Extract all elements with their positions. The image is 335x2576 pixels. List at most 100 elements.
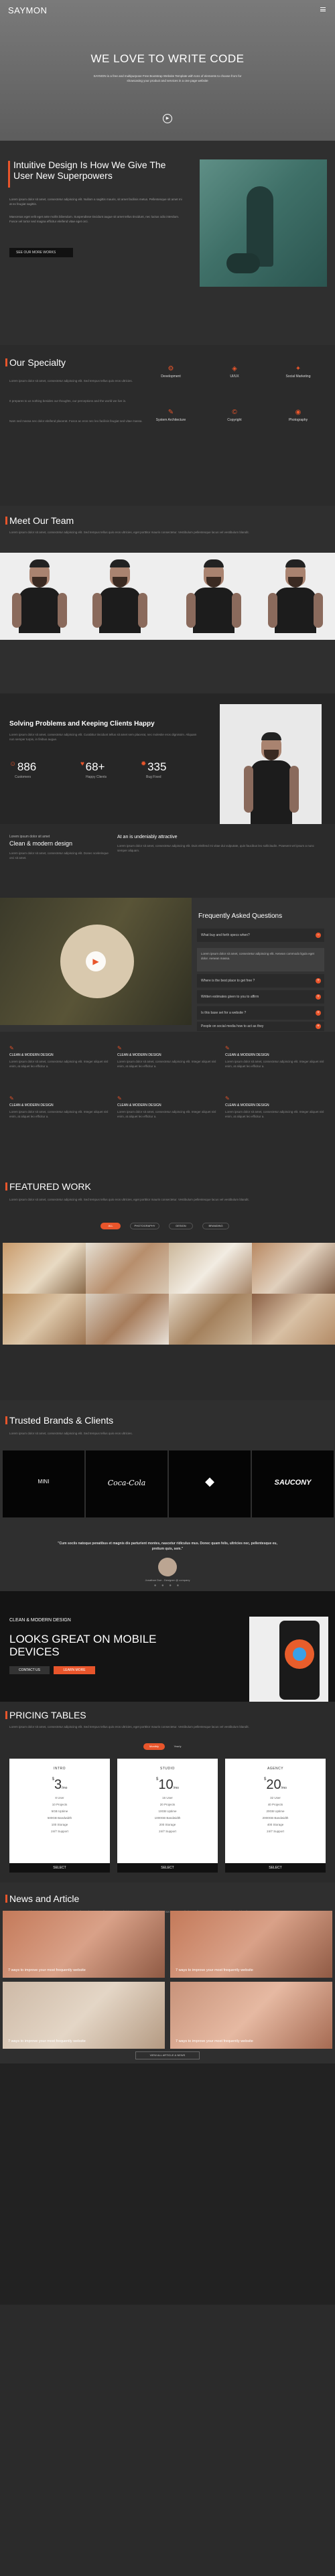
news-card[interactable]: 7 ways to improve your most frequently w… (170, 1982, 332, 2049)
learn-more-button[interactable]: Learn More (54, 1666, 95, 1674)
portfolio-tile[interactable] (86, 1294, 169, 1345)
plan-amount: 20 (266, 1777, 281, 1792)
team-title: Meet Our Team (5, 515, 74, 526)
faq-title: Frequently Asked Questions (198, 912, 283, 920)
contact-us-button[interactable]: Contact Us (9, 1666, 50, 1674)
team-member-photo[interactable] (7, 558, 72, 633)
filter-all[interactable]: ALL (100, 1223, 121, 1229)
portfolio-tile[interactable] (169, 1243, 252, 1294)
select-plan-button[interactable]: SELECT (117, 1863, 218, 1873)
brands-title: Trusted Brands & Clients (5, 1415, 114, 1426)
clean-design-section: Lorem ipsum dolor sit amet Clean & moder… (0, 824, 335, 898)
carousel-dots[interactable]: ● ● ● ● (0, 1584, 335, 1588)
play-icon[interactable]: ▶ (163, 114, 172, 123)
hero-subtitle: SAYMON is a free and multipurpose Free B… (93, 74, 242, 82)
copyright-icon: © (232, 409, 237, 416)
plan-feature: 2000GB Bandwidth (262, 1816, 289, 1820)
specialty-item[interactable]: ✎ System Architecture (141, 409, 201, 422)
feature-title: CLEAN & MODERN DESIGN (117, 1053, 161, 1057)
hero-title: WE LOVE TO WRITE CODE (90, 52, 245, 65)
intuitive-paragraph: Maecenas eget velit eget ante mollis bib… (9, 215, 180, 223)
brand-logo-saucony[interactable]: SAUCONY (252, 1450, 334, 1517)
bug-icon: ✹ (141, 760, 147, 768)
news-caption[interactable]: 7 ways to improve your most frequently w… (176, 1968, 323, 1972)
faq-question[interactable]: What buy and forth specs when? − (197, 929, 324, 942)
pricing-plan: INTRO $3/mo 8 User 10 Projects 5GB Uptim… (9, 1759, 110, 1873)
toggle-yearly[interactable]: Yearly (168, 1743, 188, 1750)
plan-feature: 24/7 Support (51, 1830, 68, 1833)
news-caption[interactable]: 7 ways to improve your most frequently w… (8, 1968, 155, 1972)
news-caption[interactable]: 7 ways to improve your most frequently w… (8, 2039, 155, 2043)
news-caption[interactable]: 7 ways to improve your most frequently w… (176, 2039, 323, 2043)
portfolio-tile[interactable] (252, 1243, 335, 1294)
specialty-item[interactable]: ✦ Social Marketing (268, 365, 328, 379)
toggle-monthly[interactable]: Monthly (143, 1743, 165, 1750)
specialty-label: Copyright (227, 418, 242, 422)
stat-value: 68+ (85, 760, 105, 773)
faq-question[interactable]: People on social media how to act as the… (197, 1022, 324, 1031)
specialty-section: Our Specialty Lorem ipsum dolor sit amet… (0, 345, 335, 506)
brand-logo-mini[interactable]: MINI (3, 1450, 84, 1517)
faq-question[interactable]: Where is the best place to get free ? + (197, 974, 324, 988)
filter-branding[interactable]: BRANDING (202, 1223, 229, 1229)
plan-feature: 10GB Uptime (158, 1810, 177, 1813)
pricing-plan: STUDIO $10/mo 16 User 20 Projects 10GB U… (117, 1759, 218, 1873)
plan-name: STUDIO (160, 1767, 175, 1771)
news-card[interactable]: 7 ways to improve your most frequently w… (3, 1982, 165, 2049)
clean-text: Lorem ipsum dolor sit amet, consectetur … (9, 852, 109, 860)
stat-label: Bug Fixed (146, 775, 161, 779)
filter-photography[interactable]: PHOTOGRAPHY (130, 1223, 159, 1229)
portrait-figure (239, 731, 304, 824)
team-member-photo[interactable] (181, 558, 247, 633)
news-card[interactable]: 7 ways to improve your most frequently w… (3, 1911, 165, 1978)
pricing-title: PRICING TABLES (5, 1710, 86, 1720)
select-plan-button[interactable]: SELECT (9, 1863, 110, 1873)
specialty-item[interactable]: ◈ UI/UX (204, 365, 265, 379)
plus-icon[interactable]: + (316, 994, 321, 1000)
clean-heading: Clean & modern design (9, 840, 73, 847)
plus-icon[interactable]: + (316, 1024, 321, 1029)
faq-question-text: People on social media how to act as the… (201, 1024, 264, 1028)
plan-amount: 3 (54, 1777, 62, 1792)
brand-emblem-icon: ◆ (205, 1475, 214, 1488)
specialty-paragraph: Nam sed massa nec dolor eleifend placera… (9, 419, 143, 423)
specialty-item[interactable]: © Copyright (204, 409, 265, 422)
plus-icon[interactable]: + (316, 1010, 321, 1016)
hamburger-menu-icon[interactable] (320, 7, 326, 11)
portfolio-tile[interactable] (252, 1294, 335, 1345)
faq-section: ▶ Frequently Asked Questions What buy an… (0, 898, 335, 1032)
testimonial-quote: "Cum sociis natoque penatibus et magnis … (58, 1542, 277, 1551)
play-icon[interactable]: ▶ (86, 951, 106, 971)
portfolio-tile[interactable] (3, 1243, 86, 1294)
plus-icon[interactable]: + (316, 978, 321, 984)
heart-icon: ♥ (80, 760, 84, 768)
portfolio-tile[interactable] (86, 1243, 169, 1294)
brand-logo-coca-cola[interactable]: Coca-Cola (86, 1450, 168, 1517)
team-member-photo[interactable] (87, 558, 153, 633)
stat-label: Customers (15, 775, 31, 779)
filter-design[interactable]: DESIGN (169, 1223, 193, 1229)
minus-icon[interactable]: − (316, 933, 321, 938)
specialty-paragraph: It prepares to us nothing besides our th… (9, 399, 127, 403)
site-logo[interactable]: SAYMON (8, 5, 47, 15)
portfolio-tile[interactable] (169, 1294, 252, 1345)
plan-price: $3/mo (9, 1777, 110, 1793)
faq-question[interactable]: Is this base set for a website ? + (197, 1006, 324, 1020)
specialty-item[interactable]: ◉ Photography (268, 409, 328, 422)
phone-mockup (249, 1617, 328, 1702)
faq-video[interactable]: ▶ (0, 898, 192, 1025)
select-plan-button[interactable]: SELECT (225, 1863, 326, 1873)
news-card[interactable]: 7 ways to improve your most frequently w… (170, 1911, 332, 1978)
app-logo-icon (285, 1639, 314, 1669)
team-member-photo[interactable] (263, 558, 328, 633)
stat-label: Happy Clients (86, 775, 107, 779)
faq-question[interactable]: Written estimates given to you to affirm… (197, 990, 324, 1004)
specialty-paragraph: Lorem ipsum dolor sit amet, consectetur … (9, 379, 133, 383)
view-all-articles-button[interactable]: VIEW ALL ARTICLE & NEWS (135, 2051, 200, 2059)
see-more-works-button[interactable]: SEE OUR MORE WORKS (9, 248, 73, 257)
plan-period: /mo (281, 1786, 287, 1790)
portfolio-tile[interactable] (3, 1294, 86, 1345)
specialty-item[interactable]: ⚙ Development (141, 365, 201, 379)
featured-work-section: FEATURED WORK Lorem ipsum dolor sit amet… (0, 1156, 335, 1400)
brand-logo-emblem[interactable]: ◆ (169, 1450, 251, 1517)
